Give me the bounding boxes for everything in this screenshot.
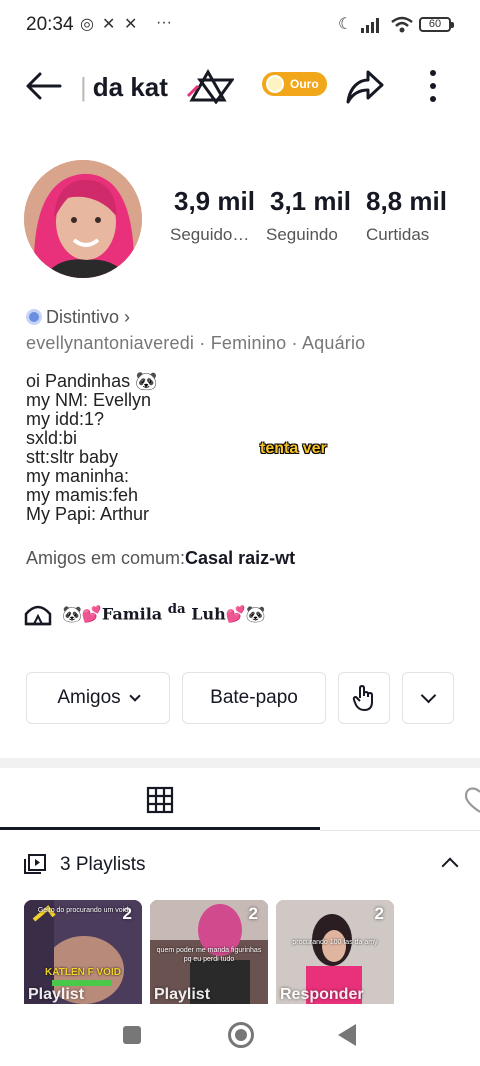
name-separator: | xyxy=(80,72,87,102)
playlist-caption: quem poder me manda figurinhas pq eu per… xyxy=(156,947,262,963)
family-group-name: 🐼💕Famila da Luh💕🐼 xyxy=(62,601,266,623)
chevron-down-icon xyxy=(129,689,141,702)
chat-button-label: Bate-papo xyxy=(210,687,298,708)
tab-videos[interactable] xyxy=(0,770,320,830)
following-label: Seguindo xyxy=(266,225,338,244)
playlist-caption: procurando 100 fas da amy xyxy=(292,939,378,946)
profile-name-text: da kat xyxy=(92,72,168,102)
playlist-icon xyxy=(24,854,46,874)
grid-icon xyxy=(146,786,174,814)
playlist-overlay-text: Playlist xyxy=(28,986,85,1003)
chevron-up-icon[interactable] xyxy=(441,857,459,875)
chevron-right-icon: › xyxy=(124,307,131,327)
poke-button[interactable] xyxy=(338,672,390,724)
family-home-icon xyxy=(24,605,52,626)
profile-name: | da kat xyxy=(80,72,168,103)
status-bar: 20:34 ◎ ✕ ✕ ··· ☾ 60 xyxy=(0,0,480,50)
battery-indicator: 60 xyxy=(419,17,454,32)
more-options-icon[interactable] xyxy=(420,66,446,106)
bio: oi Pandinhas 🐼 my NM: Evellyn my idd:1? … xyxy=(26,372,158,524)
suggestions-toggle-button[interactable] xyxy=(402,672,454,724)
profile-meta: evellynantoniaveredi · Feminino · Aquári… xyxy=(26,333,366,353)
bio-line: my maninha: xyxy=(26,466,130,486)
whatsapp-icon: ◎ xyxy=(80,16,94,33)
followers-stat[interactable]: 3,9 mil Seguido… xyxy=(170,186,255,245)
section-divider xyxy=(0,758,480,768)
playlist-card[interactable]: 2 procurando 100 fas da amy Responder xyxy=(276,900,394,1004)
system-navigation-bar xyxy=(0,1004,480,1066)
profile-header: | da kat Ouro xyxy=(0,58,480,114)
playlist-overlay-text: Responder xyxy=(280,986,364,1003)
share-arrow-icon[interactable] xyxy=(342,66,386,106)
gold-level-badge[interactable]: Ouro xyxy=(262,72,327,96)
signal-icon xyxy=(361,18,379,33)
playlists-header[interactable]: 3 Playlists xyxy=(24,852,460,878)
followers-label: Seguido… xyxy=(170,225,250,244)
playlist-caption-highlight: KATLEN F VOID xyxy=(45,967,121,978)
dnd-moon-icon: ☾ xyxy=(338,16,353,33)
playlist-video-count: 2 xyxy=(374,904,384,923)
playlist-video-count: 2 xyxy=(248,904,258,923)
bio-line: My Papi: Arthur xyxy=(26,504,150,524)
app-notification-icon-2: ✕ xyxy=(124,16,138,33)
friends-button-label: Amigos xyxy=(57,687,121,708)
playlists-title: 3 Playlists xyxy=(60,854,146,875)
more-notifications-icon: ··· xyxy=(156,14,172,31)
following-stat[interactable]: 3,1 mil Seguindo xyxy=(266,186,351,245)
bio-line: my mamis:feh xyxy=(26,485,139,505)
avatar[interactable] xyxy=(24,160,142,278)
playlist-overlay-text: Playlist xyxy=(154,986,211,1003)
likes-stat: 8,8 mil Curtidas xyxy=(366,186,447,245)
family-name-pre: 🐼💕Famila xyxy=(62,604,168,624)
badge-link[interactable]: Distintivo › xyxy=(26,307,130,328)
wifi-icon xyxy=(391,16,413,33)
name-logo-icon xyxy=(186,68,234,104)
hand-tap-icon xyxy=(352,685,373,711)
badge-hexagon-icon xyxy=(26,309,42,325)
playlist-card[interactable]: 2 quem poder me manda figurinhas pq eu p… xyxy=(150,900,268,1004)
gold-badge-label: Ouro xyxy=(290,77,319,91)
tabs-bottom-border xyxy=(320,830,480,831)
playlist-caption: Geito do procurando um void xyxy=(37,907,129,914)
badge-link-label: Distintivo xyxy=(46,307,120,327)
mutual-friends[interactable]: Amigos em comum:Casal raiz-wt xyxy=(26,548,295,569)
back-triangle-icon[interactable] xyxy=(338,1024,356,1046)
bio-line: sxld:bi xyxy=(26,428,78,448)
chat-button[interactable]: Bate-papo xyxy=(182,672,326,724)
friends-button[interactable]: Amigos xyxy=(26,672,170,724)
family-name-post: Luh💕🐼 xyxy=(185,604,266,624)
home-circle-icon[interactable] xyxy=(228,1022,254,1048)
mutual-friends-value: Casal raiz-wt xyxy=(185,548,296,568)
likes-label: Curtidas xyxy=(366,225,430,244)
chevron-down-icon xyxy=(420,687,436,704)
family-name-sup: da xyxy=(167,601,186,617)
app-notification-icon: ✕ xyxy=(102,16,116,33)
bio-line: oi Pandinhas 🐼 xyxy=(26,371,158,391)
mutual-friends-label: Amigos em comum: xyxy=(26,548,186,568)
status-time: 20:34 xyxy=(26,14,74,35)
family-group-link[interactable]: 🐼💕Famila da Luh💕🐼 xyxy=(24,598,324,626)
likes-count: 8,8 mil xyxy=(366,186,447,216)
playlist-card[interactable]: 2 Geito do procurando um void KATLEN F V… xyxy=(24,900,142,1004)
back-arrow-icon[interactable] xyxy=(24,68,64,104)
bio-line: my NM: Evellyn xyxy=(26,390,152,410)
followers-count: 3,9 mil xyxy=(174,186,255,216)
bio-line: stt:sltr baby xyxy=(26,447,119,467)
tab-liked-heart-icon[interactable] xyxy=(456,784,480,814)
following-count: 3,1 mil xyxy=(270,186,351,216)
recent-apps-icon[interactable] xyxy=(123,1026,141,1044)
bio-line: my idd:1? xyxy=(26,409,105,429)
video-overlay-caption: tenta ver xyxy=(260,440,327,457)
gold-coin-icon xyxy=(266,75,284,93)
